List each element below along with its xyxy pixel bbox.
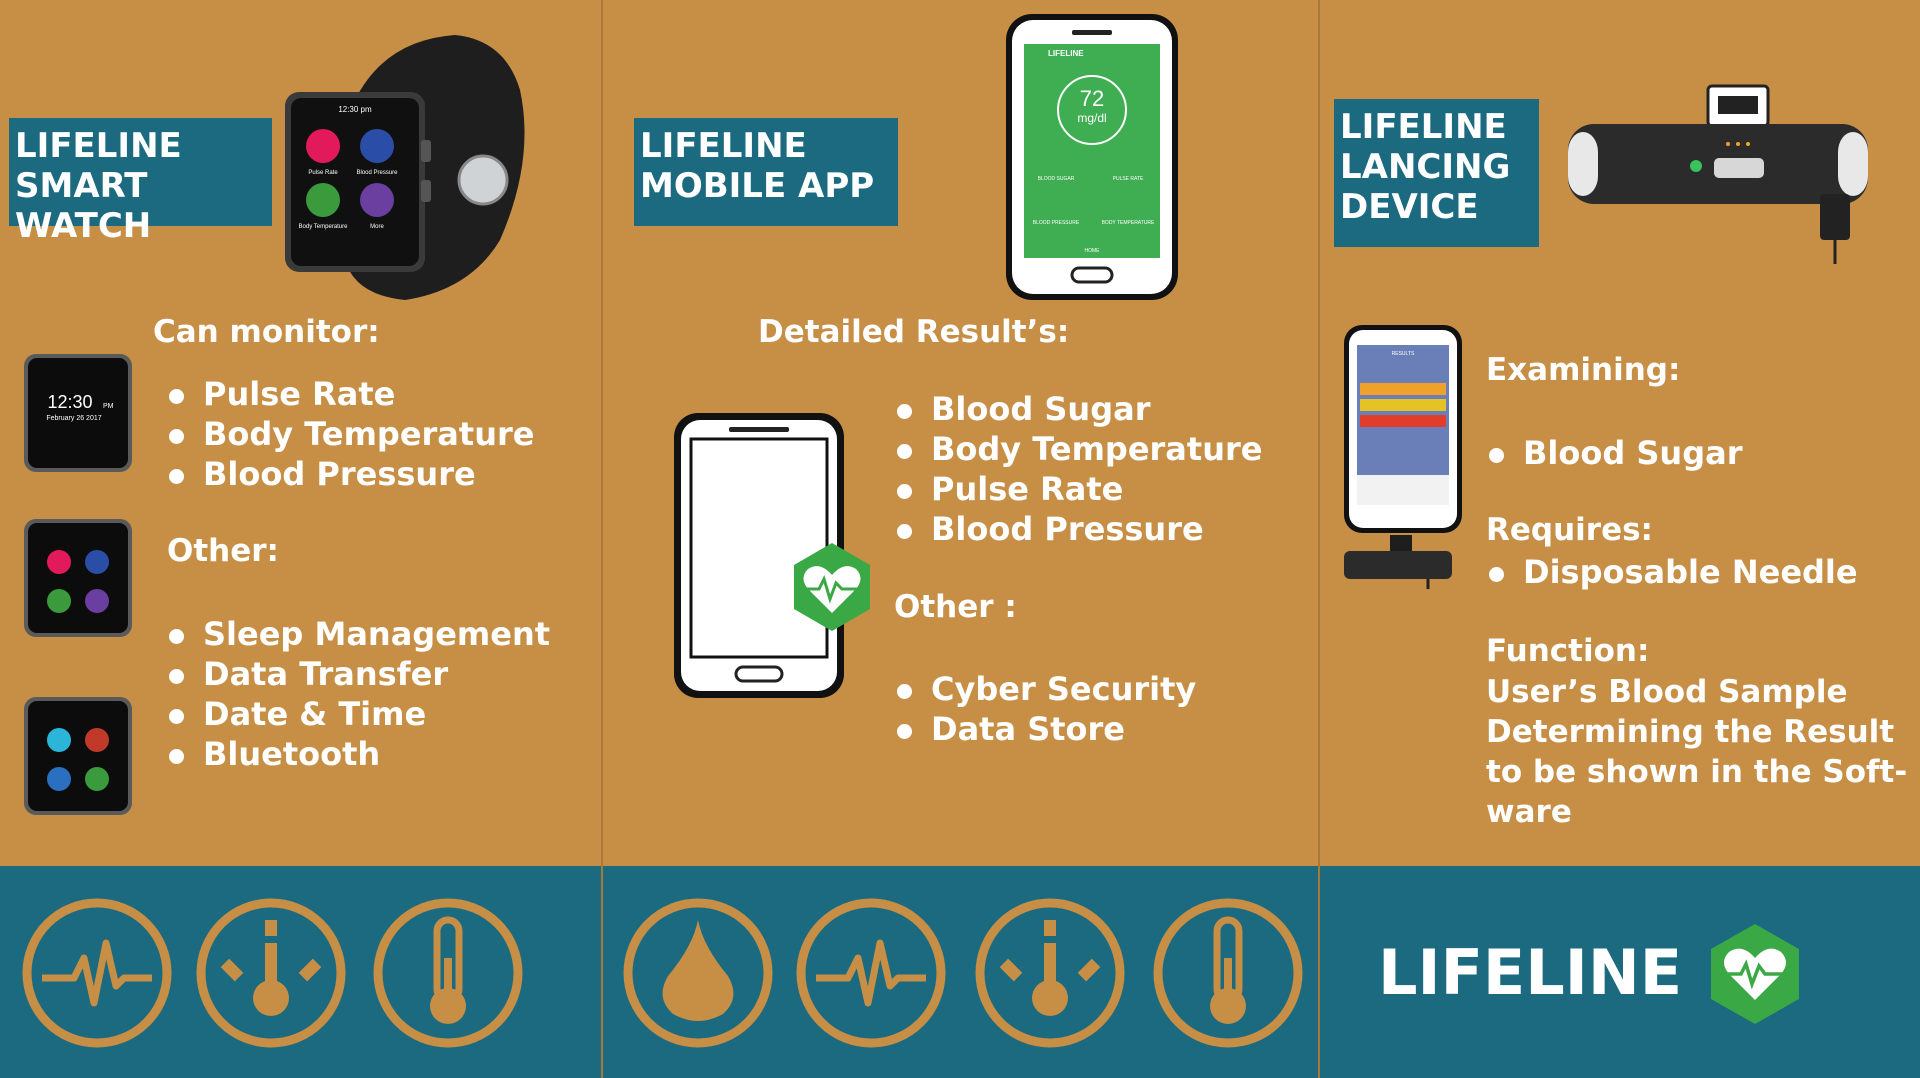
svg-text:More: More bbox=[370, 224, 384, 230]
footer-brand: LIFELINE bbox=[1378, 936, 1683, 1009]
heart-hex-logo-icon bbox=[1711, 924, 1799, 1024]
svg-text:PM: PM bbox=[103, 403, 114, 410]
list-item: Body Temperature bbox=[165, 414, 534, 454]
svg-text:BLOOD PRESSURE: BLOOD PRESSURE bbox=[1033, 220, 1080, 226]
divider-2 bbox=[1318, 0, 1320, 1078]
mobileapp-blank-phone bbox=[674, 413, 870, 698]
svg-text:12:30: 12:30 bbox=[47, 392, 92, 412]
list-item: Bluetooth bbox=[165, 734, 550, 774]
svg-text:Body Temperature: Body Temperature bbox=[299, 224, 349, 230]
list-item: Data Transfer bbox=[165, 654, 550, 694]
lancing-phone-image: RESULTS bbox=[1344, 325, 1462, 589]
glucose-value: 72 bbox=[1080, 86, 1104, 111]
svg-text:Blood Pressure: Blood Pressure bbox=[356, 170, 398, 176]
monitor-list: Pulse Rate Body Temperature Blood Pressu… bbox=[165, 374, 534, 494]
small-watch-menu bbox=[24, 519, 132, 637]
gauge-icon bbox=[196, 898, 346, 1048]
mobile-other-list: Cyber Security Data Store bbox=[893, 669, 1196, 749]
function-line: ware bbox=[1486, 794, 1572, 830]
gauge-icon bbox=[975, 898, 1125, 1048]
list-item: Disposable Needle bbox=[1485, 552, 1858, 592]
list-item: Data Store bbox=[893, 709, 1196, 749]
mobileapp-phone-image: LIFELINE 72 mg/dl BLOOD SUGAR PULSE RATE… bbox=[1006, 14, 1178, 300]
requires-list: Disposable Needle bbox=[1485, 552, 1858, 592]
examining-heading: Examining: bbox=[1486, 352, 1681, 388]
list-item: Pulse Rate bbox=[165, 374, 534, 414]
results-heading: Detailed Result’s: bbox=[758, 314, 1070, 350]
other-list: Sleep Management Data Transfer Date & Ti… bbox=[165, 614, 550, 774]
blood-drop-icon bbox=[623, 898, 773, 1048]
monitor-heading: Can monitor: bbox=[153, 314, 380, 350]
thermometer-icon bbox=[373, 898, 523, 1048]
list-item: Body Temperature bbox=[893, 429, 1262, 469]
svg-text:February 26 2017: February 26 2017 bbox=[46, 415, 101, 422]
small-watch-settings bbox=[24, 697, 132, 815]
function-text: User’s Blood Sample Determining the Resu… bbox=[1486, 672, 1907, 832]
examining-list: Blood Sugar bbox=[1485, 433, 1742, 473]
list-item: Date & Time bbox=[165, 694, 550, 734]
glucose-unit: mg/dl bbox=[1077, 111, 1106, 125]
svg-text:RESULTS: RESULTS bbox=[1392, 351, 1415, 357]
watch-time-text: 12:30 pm bbox=[338, 105, 372, 114]
other-heading: Other: bbox=[167, 533, 279, 569]
smartwatch-title: LIFELINE SMART WATCH bbox=[9, 118, 272, 246]
svg-text:BLOOD SUGAR: BLOOD SUGAR bbox=[1038, 176, 1075, 182]
lancing-title: LIFELINE LANCING DEVICE bbox=[1334, 99, 1539, 247]
svg-text:LIFELINE: LIFELINE bbox=[1048, 49, 1084, 58]
smartwatch-image: 12:30 pm Pulse Rate Blood Pressure Body … bbox=[285, 35, 525, 300]
pulse-icon bbox=[796, 898, 946, 1048]
function-line: User’s Blood Sample bbox=[1486, 674, 1848, 710]
svg-text:Pulse Rate: Pulse Rate bbox=[308, 170, 338, 176]
list-item: Blood Sugar bbox=[893, 389, 1262, 429]
lancing-device-image bbox=[1568, 84, 1868, 264]
svg-text:PULSE RATE: PULSE RATE bbox=[1113, 176, 1144, 182]
list-item: Pulse Rate bbox=[893, 469, 1262, 509]
results-list: Blood Sugar Body Temperature Pulse Rate … bbox=[893, 389, 1262, 549]
list-item: Blood Pressure bbox=[165, 454, 534, 494]
list-item: Blood Pressure bbox=[893, 509, 1262, 549]
requires-heading: Requires: bbox=[1486, 512, 1653, 548]
function-line: Determining the Result bbox=[1486, 714, 1895, 750]
divider-1 bbox=[601, 0, 603, 1078]
function-line: to be shown in the Soft- bbox=[1486, 754, 1908, 790]
thermometer-icon bbox=[1153, 898, 1303, 1048]
mobile-other-heading: Other : bbox=[894, 589, 1017, 625]
list-item: Sleep Management bbox=[165, 614, 550, 654]
function-heading: Function: bbox=[1486, 633, 1650, 669]
svg-text:BODY TEMPERATURE: BODY TEMPERATURE bbox=[1102, 220, 1155, 226]
list-item: Cyber Security bbox=[893, 669, 1196, 709]
small-watch-clock: 12:30 PM February 26 2017 bbox=[24, 354, 132, 472]
svg-text:HOME: HOME bbox=[1085, 248, 1101, 254]
list-item: Blood Sugar bbox=[1485, 433, 1742, 473]
pulse-icon bbox=[22, 898, 172, 1048]
mobileapp-title: LIFELINE MOBILE APP bbox=[634, 118, 898, 226]
